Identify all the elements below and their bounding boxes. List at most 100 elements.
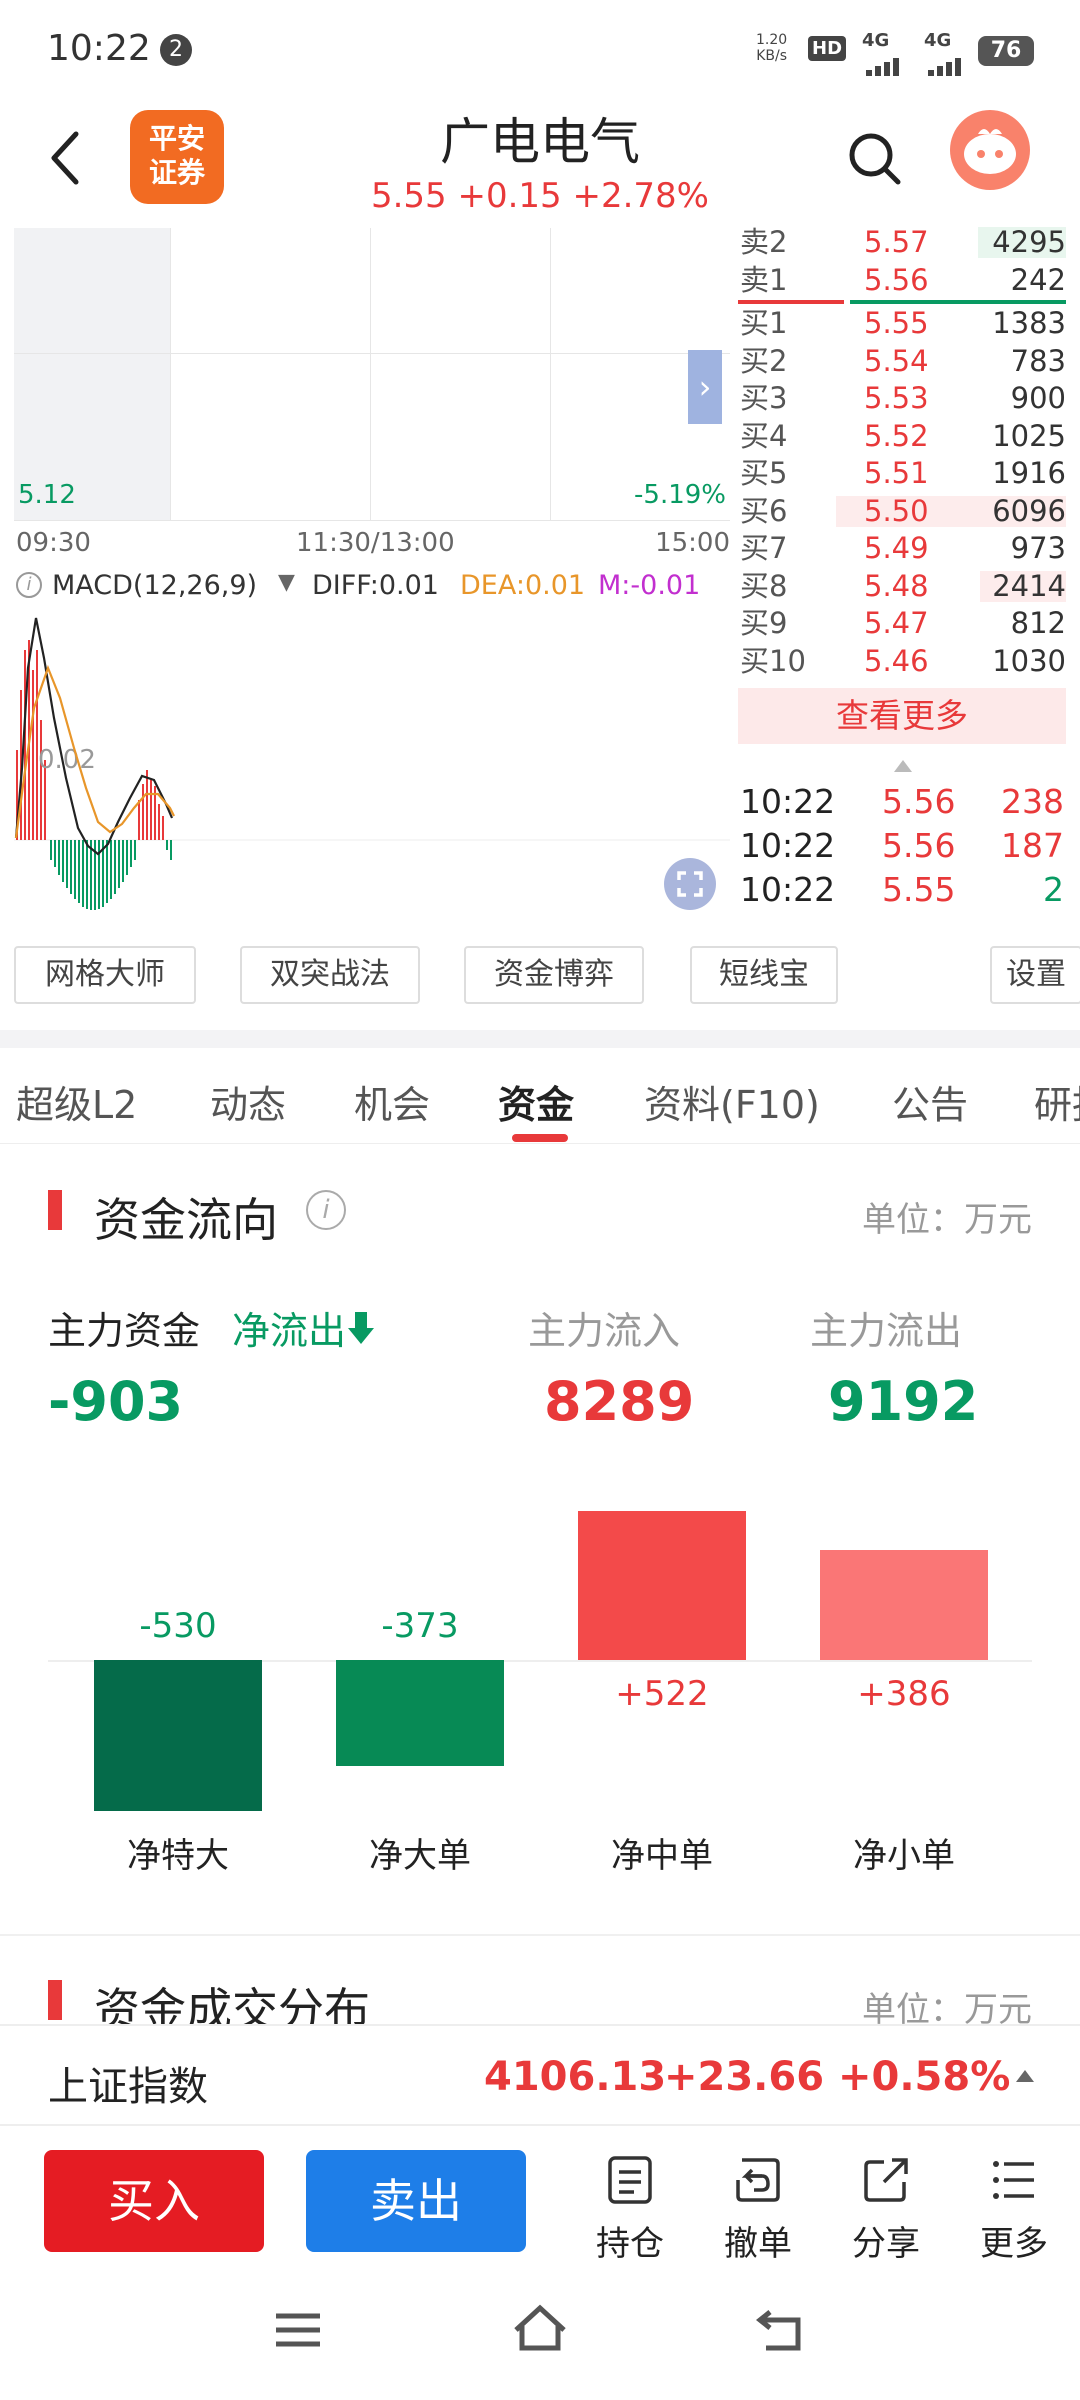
grid-line (170, 228, 171, 520)
macd-svg: 0.02 (14, 617, 730, 910)
bid-price: 5.48 (864, 568, 929, 603)
fund-bar-3[interactable] (820, 1549, 988, 1660)
search-icon[interactable] (846, 130, 902, 186)
bid-row[interactable]: 买2 5.54 783 (738, 343, 1066, 381)
sell-button[interactable]: 卖出 (306, 2150, 526, 2252)
info-icon[interactable]: i (306, 1190, 346, 1230)
tab-funds[interactable]: 资金 (498, 1074, 574, 1129)
macd-bar (40, 720, 42, 840)
market-index-bar[interactable]: 上证指数 4106.13 +23.66 +0.58% (0, 2024, 1080, 2126)
intraday-chart[interactable]: 5.12 -5.19% 09:30 11:30/13:00 15:00 (14, 228, 730, 558)
macd-indicator-row[interactable]: i MACD(12,26,9) ▼ DIFF:0.01 DEA:0.01 M:-… (14, 568, 730, 608)
macd-axis-label: 0.02 (38, 745, 96, 775)
time-end-label: 15:00 (655, 528, 730, 558)
bid-row[interactable]: 买8 5.48 2414 (738, 568, 1066, 606)
tool-settings-button[interactable]: 设置 (990, 946, 1080, 1004)
main-inflow-value: 8289 (544, 1370, 695, 1433)
ask-price: 5.57 (864, 225, 929, 259)
cancel-order-button[interactable]: 撤单 (710, 2150, 806, 2265)
macd-bar (162, 816, 164, 840)
tab-dynamics[interactable]: 动态 (210, 1074, 286, 1129)
trade-price: 5.55 (882, 870, 956, 909)
bid-row[interactable]: 买4 5.52 1025 (738, 418, 1066, 456)
bid-volume: 783 (1010, 343, 1066, 378)
fund-bar-0[interactable] (94, 1660, 262, 1812)
battery-icon: 76 (978, 36, 1034, 66)
home-nav-icon[interactable] (510, 2300, 570, 2360)
macd-title: MACD(12,26,9) (52, 570, 258, 601)
info-icon[interactable]: i (16, 572, 42, 598)
macd-bar (106, 840, 108, 903)
ask-label: 卖2 (740, 225, 788, 259)
bid-row[interactable]: 买6 5.50 6096 (738, 493, 1066, 531)
tool-grid-master-button[interactable]: 网格大师 (14, 946, 196, 1004)
expand-orderbook-chevron-icon[interactable]: › (688, 350, 722, 424)
view-more-button[interactable]: 查看更多 (738, 688, 1066, 744)
fund-bar-value-label: +386 (857, 1674, 951, 1714)
macd-bar (86, 840, 88, 909)
bid-row[interactable]: 买5 5.51 1916 (738, 455, 1066, 493)
macd-bar (142, 784, 144, 840)
tab-super-l2[interactable]: 超级L2 (16, 1074, 137, 1129)
buy-button[interactable]: 买入 (44, 2150, 264, 2252)
share-button[interactable]: 分享 (838, 2150, 934, 2265)
ask-label: 卖1 (740, 262, 788, 297)
bid-volume: 2414 (992, 568, 1066, 603)
bid-row[interactable]: 买9 5.47 812 (738, 605, 1066, 643)
macd-chart[interactable]: 0.02 (14, 608, 730, 928)
tab-research[interactable]: 研报 (1034, 1074, 1080, 1129)
collapse-triangle-icon[interactable] (892, 758, 914, 774)
ask-row[interactable]: 卖1 5.56 242 (738, 262, 1066, 300)
trade-price: 5.56 (882, 782, 956, 821)
bid-price: 5.46 (864, 643, 929, 678)
grid-line (14, 353, 730, 354)
tab-f10[interactable]: 资料(F10) (644, 1074, 820, 1129)
expand-up-icon[interactable] (1014, 2068, 1036, 2084)
fund-bar-1[interactable] (336, 1660, 504, 1767)
bid-volume: 1030 (992, 643, 1066, 678)
trade-vol: 2 (1043, 870, 1064, 909)
menu-nav-icon[interactable] (268, 2300, 328, 2360)
down-arrow-icon (348, 1312, 375, 1344)
back-nav-icon[interactable] (752, 2300, 812, 2360)
bid-label: 买9 (740, 606, 788, 640)
macd-bar (138, 800, 140, 840)
low-price-label: 5.12 (18, 480, 76, 510)
more-button[interactable]: 更多 (966, 2150, 1062, 2265)
tool-fund-game-button[interactable]: 资金博弈 (464, 946, 644, 1004)
fund-bar-category-label: 净小单 (853, 1836, 955, 1876)
bid-label: 买7 (740, 531, 788, 565)
positions-button[interactable]: 持仓 (582, 2150, 678, 2265)
bid-volume: 900 (1010, 381, 1066, 415)
bid-row[interactable]: 买1 5.55 1383 (738, 305, 1066, 343)
macd-bar (90, 840, 92, 910)
tool-short-term-button[interactable]: 短线宝 (690, 946, 838, 1004)
time-mid-label: 11:30/13:00 (296, 528, 455, 558)
assistant-avatar-icon[interactable] (950, 110, 1030, 190)
fund-bar-2[interactable] (578, 1511, 746, 1660)
tool-double-breakout-button[interactable]: 双突战法 (240, 946, 420, 1004)
tab-opportunity[interactable]: 机会 (354, 1074, 430, 1129)
fullscreen-icon[interactable] (664, 858, 716, 910)
macd-bar (54, 840, 56, 867)
ask-row[interactable]: 卖2 5.57 4295 (738, 224, 1066, 262)
grid-line (370, 228, 371, 520)
status-time: 10:22 (47, 28, 151, 69)
tab-announcement[interactable]: 公告 (892, 1074, 968, 1129)
bid-row[interactable]: 买3 5.53 900 (738, 380, 1066, 418)
stock-price-change: 5.55 +0.15 +2.78% (370, 176, 709, 216)
chart-shaded-region (14, 228, 170, 520)
bid-row[interactable]: 买7 5.49 973 (738, 530, 1066, 568)
fund-bar-category-label: 净特大 (127, 1836, 229, 1876)
macd-bar (166, 840, 168, 850)
macd-bar (122, 840, 124, 882)
share-label: 分享 (852, 2224, 920, 2264)
macd-bar (70, 840, 72, 894)
share-icon (864, 2158, 908, 2202)
dropdown-triangle-icon[interactable]: ▼ (278, 570, 295, 595)
bid-row[interactable]: 买10 5.46 1030 (738, 643, 1066, 681)
stock-name: 广电电气 (440, 113, 640, 171)
macd-diff: DIFF:0.01 (312, 570, 439, 601)
bid-volume: 812 (1010, 606, 1066, 640)
trade-row: 10:22 5.56 187 (740, 826, 1064, 870)
